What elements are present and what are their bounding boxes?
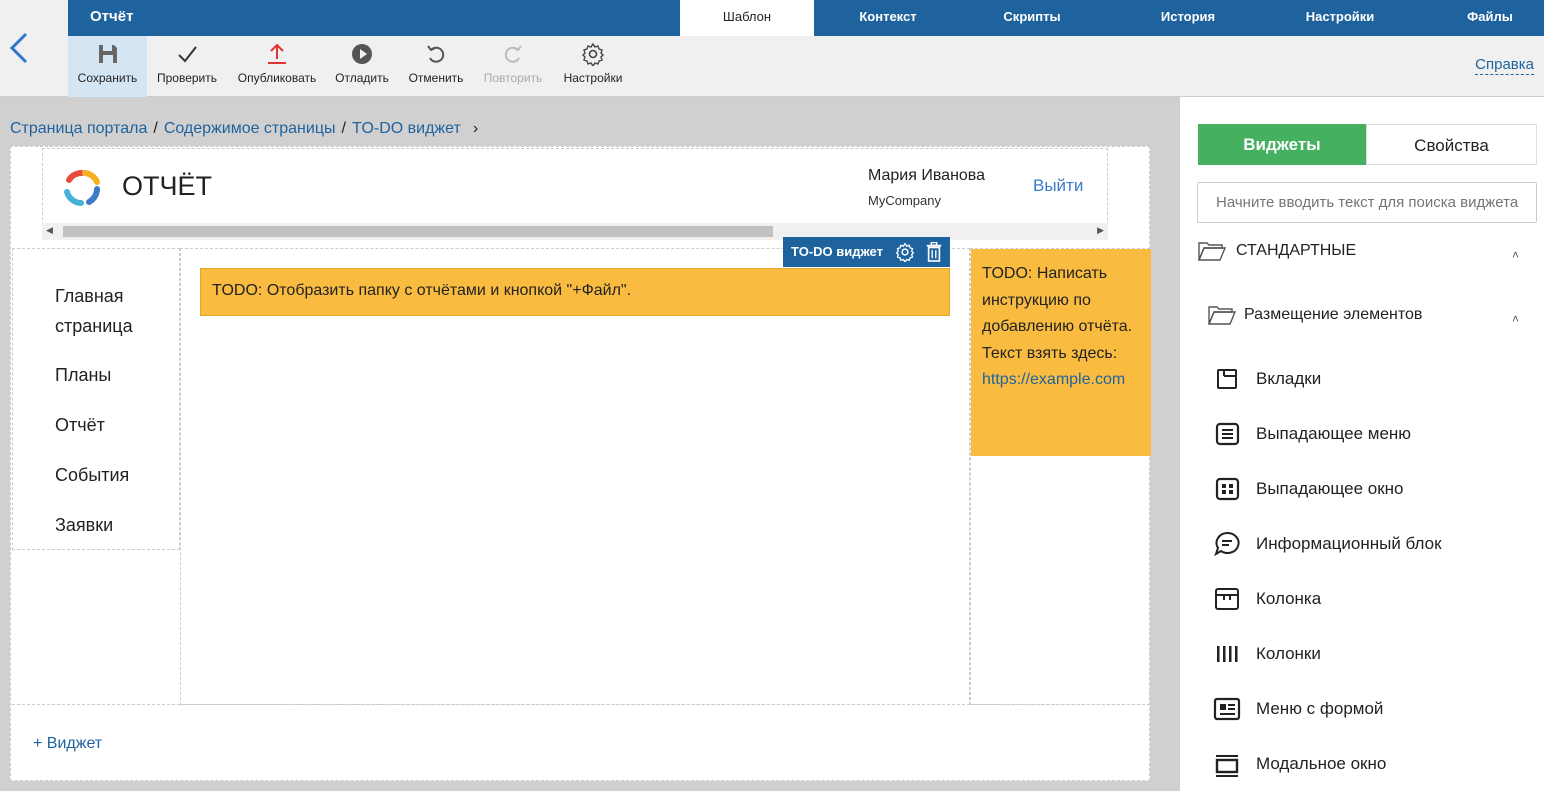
portal-logo-text: ОТЧЁТ — [122, 171, 213, 201]
nav-item-plans[interactable]: Планы — [55, 360, 111, 390]
widget-toolbar-label: TO-DO виджет — [791, 244, 883, 259]
nav-item-report[interactable]: Отчёт — [55, 410, 105, 440]
scrollbar-thumb[interactable] — [63, 226, 773, 237]
dropdown-window-icon — [1215, 477, 1240, 501]
widgets-panel: Виджеты Свойства СТАНДАРТНЫЕ ˄ Размещени… — [1180, 97, 1544, 791]
widget-item-label: Колонка — [1256, 589, 1322, 608]
help-link[interactable]: Справка — [1475, 56, 1534, 75]
logout-link[interactable]: Выйти — [1033, 176, 1083, 196]
redo-label: Повторить — [483, 71, 543, 85]
breadcrumb-separator: / — [341, 120, 346, 137]
tab-template[interactable]: Шаблон — [680, 0, 814, 36]
scroll-right-arrow[interactable]: ▶ — [1097, 225, 1104, 236]
check-button[interactable]: Проверить — [151, 36, 223, 97]
section-standard[interactable]: СТАНДАРТНЫЕ ˄ — [1198, 240, 1538, 264]
tab-scripts[interactable]: Скрипты — [972, 0, 1092, 36]
tab-properties[interactable]: Свойства — [1366, 124, 1537, 165]
gear-icon — [582, 42, 604, 66]
publish-label: Опубликовать — [237, 71, 317, 85]
toolbar: Сохранить Проверить Опубликовать Отладит… — [68, 36, 1544, 97]
chevron-up-icon: ˄ — [1512, 248, 1520, 262]
breadcrumb: Страница портала / Содержимое страницы / TO-… — [10, 120, 478, 138]
widget-item-label: Колонки — [1256, 644, 1321, 663]
save-label: Сохранить — [77, 71, 138, 85]
breadcrumb-portal-page[interactable]: Страница портала — [10, 120, 147, 137]
widget-item-label: Вкладки — [1256, 369, 1322, 388]
undo-label: Отменить — [408, 71, 464, 85]
widget-item-label: Меню с формой — [1256, 699, 1384, 718]
section-standard-label: СТАНДАРТНЫЕ — [1236, 242, 1357, 259]
folder-open-icon — [1208, 306, 1236, 325]
folder-open-icon — [1198, 242, 1226, 261]
debug-label: Отладить — [335, 71, 389, 85]
column-icon — [1215, 588, 1239, 610]
todo-widget-main[interactable]: TODO: Отобразить папку с отчётами и кноп… — [200, 268, 950, 316]
chevron-left-icon — [9, 32, 28, 64]
logo-icon — [64, 170, 100, 206]
nav-item-events[interactable]: События — [55, 460, 129, 490]
portal-main-column[interactable]: TODO: Отобразить папку с отчётами и кноп… — [180, 237, 970, 705]
back-button[interactable] — [6, 30, 34, 66]
widget-search-input[interactable] — [1197, 182, 1537, 223]
nav-item-home[interactable]: Главная страница — [55, 281, 155, 341]
checkmark-icon — [178, 46, 197, 63]
upload-icon — [268, 43, 286, 64]
check-label: Проверить — [156, 71, 217, 85]
columns-icon — [1217, 646, 1238, 662]
widget-settings-gear-icon[interactable] — [895, 242, 915, 262]
app-title: Отчёт — [90, 8, 134, 25]
portal-footer-row: + Виджет — [12, 704, 1150, 781]
chevron-right-icon: › — [472, 120, 479, 137]
tab-context[interactable]: Контекст — [828, 0, 948, 36]
settings-label: Настройки — [563, 71, 623, 85]
user-company: MyCompany — [868, 193, 941, 208]
subsection-layout-label: Размещение элементов — [1244, 306, 1423, 323]
designer-app: Отчёт Шаблон Контекст Скрипты История На… — [0, 0, 1544, 791]
tab-files[interactable]: Файлы — [1440, 0, 1540, 36]
menu-form-icon — [1213, 697, 1241, 721]
info-block-icon — [1214, 531, 1240, 557]
widget-item-label: Модальное окно — [1256, 754, 1387, 773]
tab-history[interactable]: История — [1128, 0, 1248, 36]
scroll-left-arrow[interactable]: ◀ — [46, 225, 53, 236]
todo-side-text: TODO: Написать инструкцию по добавлению … — [982, 265, 1133, 362]
save-button[interactable]: Сохранить — [68, 36, 147, 97]
breadcrumb-separator: / — [153, 120, 158, 137]
save-icon — [98, 45, 117, 63]
trash-icon[interactable] — [925, 242, 943, 262]
play-circle-icon — [352, 44, 372, 64]
undo-button[interactable]: Отменить — [404, 36, 468, 97]
todo-side-link[interactable]: https://example.com — [982, 371, 1125, 388]
page-canvas: ОТЧЁТ Мария Иванова MyCompany Выйти ◀ ▶ … — [10, 146, 1151, 781]
tab-settings[interactable]: Настройки — [1280, 0, 1400, 36]
nav-item-requests[interactable]: Заявки — [55, 510, 113, 540]
debug-button[interactable]: Отладить — [331, 36, 393, 97]
portal-nav-column[interactable]: Главная страница Планы Отчёт События Зая… — [12, 248, 180, 550]
chevron-up-icon: ˄ — [1512, 312, 1520, 326]
portal-side-column[interactable]: TODO: Написать инструкцию по добавлению … — [970, 248, 1151, 705]
widget-item-label: Выпадающее окно — [1256, 479, 1404, 498]
subsection-layout[interactable]: Размещение элементов ˄ — [1208, 304, 1538, 328]
breadcrumb-page-content[interactable]: Содержимое страницы — [164, 120, 336, 137]
tab-widgets[interactable]: Виджеты — [1198, 124, 1366, 165]
user-name: Мария Иванова — [868, 167, 986, 184]
top-bar: Отчёт Шаблон Контекст Скрипты История На… — [68, 0, 1544, 36]
dropdown-menu-icon — [1215, 422, 1240, 446]
widget-item-label: Информационный блок — [1256, 534, 1442, 553]
tabs-icon — [1217, 369, 1237, 389]
settings-button[interactable]: Настройки — [558, 36, 628, 97]
redo-icon — [504, 45, 522, 63]
redo-button[interactable]: Повторить — [478, 36, 548, 97]
back-area — [0, 0, 68, 97]
todo-widget-side[interactable]: TODO: Написать инструкцию по добавлению … — [971, 249, 1151, 456]
widget-toolbar: TO-DO виджет — [783, 237, 950, 267]
breadcrumb-todo-widget[interactable]: TO-DO виджет — [352, 120, 461, 137]
modal-icon — [1215, 755, 1239, 777]
widget-item-label: Выпадающее меню — [1256, 424, 1412, 443]
publish-button[interactable]: Опубликовать — [233, 36, 321, 97]
undo-icon — [427, 45, 445, 63]
add-widget-button[interactable]: + Виджет — [33, 735, 102, 753]
